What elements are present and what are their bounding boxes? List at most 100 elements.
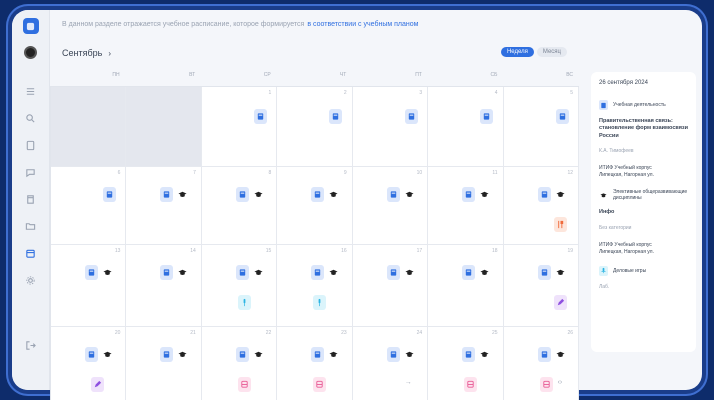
calendar-cell[interactable]: 2 [277,87,353,167]
tab-week[interactable]: Неделя [500,47,534,57]
graduation-cap-icon[interactable] [252,347,265,362]
graduation-cap-icon[interactable] [176,347,189,362]
graduation-cap-icon[interactable] [101,347,114,362]
calendar-cell[interactable]: 19 [503,245,579,327]
book-icon[interactable] [311,187,325,202]
event-item[interactable]: Деловые игры [599,265,688,276]
event-item[interactable]: Элективные общеразвивающие дисциплины [599,189,688,201]
book-icon[interactable] [25,193,37,205]
calendar-cell[interactable]: 3 [352,87,429,167]
book-icon[interactable] [235,347,249,362]
logout-icon[interactable] [25,338,37,350]
chat-icon[interactable] [25,166,37,178]
calendar-cell[interactable]: 16 [277,245,353,327]
calendar-cell[interactable]: 25 [428,327,504,400]
graduation-cap-icon[interactable] [101,265,114,280]
book-icon[interactable] [462,187,476,202]
graduation-cap-icon[interactable] [252,265,265,280]
calendar-icon[interactable] [25,247,37,259]
book-icon[interactable] [537,265,551,280]
book-icon[interactable] [103,187,116,202]
book-icon[interactable] [537,187,551,202]
calendar-cell[interactable]: 4 [428,87,504,167]
calendar-cell[interactable]: 7 [126,167,202,245]
graduation-cap-icon[interactable] [176,187,189,202]
book-icon[interactable] [462,347,476,362]
calendar-cell[interactable]: 13 [51,245,127,327]
graduation-cap-icon[interactable] [252,187,265,202]
book-icon[interactable] [253,109,267,124]
microphone-icon[interactable] [237,295,251,310]
book-icon[interactable] [555,109,569,124]
graduation-cap-icon[interactable] [478,265,491,280]
graduation-cap-icon[interactable] [478,187,491,202]
info-link[interactable]: в соответствии с учебным планом [307,21,418,28]
gear-icon[interactable] [25,274,37,286]
calendar-cell[interactable]: 11 [428,167,504,245]
calendar-cell[interactable]: 5 [503,87,579,167]
microphone-icon[interactable] [313,295,327,310]
book-icon[interactable] [386,347,400,362]
book-icon[interactable] [85,265,98,280]
calendar-cell[interactable]: 24 → [352,327,429,400]
book-icon[interactable] [235,265,249,280]
calendar-cell[interactable]: 18 [428,245,504,327]
book-icon[interactable] [329,109,343,124]
chevron-right-icon[interactable]: › [108,49,111,58]
calendar-cell[interactable]: 12 [503,167,579,245]
book-icon[interactable] [480,109,494,124]
list-icon[interactable] [25,85,37,97]
fork-knife-icon[interactable] [553,217,567,232]
graduation-cap-icon[interactable] [403,347,416,362]
book-icon[interactable] [160,187,174,202]
calendar-cell[interactable]: 9 [277,167,353,245]
graduation-cap-icon[interactable] [403,265,416,280]
calendar-cell[interactable]: 20 [51,327,127,400]
event-item[interactable]: Учебная деятельность [599,100,688,110]
calendar-cell[interactable]: 1 [201,87,278,167]
calendar-cell[interactable]: 14 [126,245,202,327]
graduation-cap-icon[interactable] [327,187,340,202]
book-icon[interactable] [537,347,551,362]
pen-icon[interactable] [553,295,567,310]
graduation-cap-icon[interactable] [554,265,567,280]
bus-icon[interactable] [313,377,327,392]
book-icon[interactable] [160,265,174,280]
avatar[interactable] [24,46,37,59]
calendar-cell[interactable]: 26 ‹› [503,327,579,400]
folder-icon[interactable] [25,220,37,232]
book-icon[interactable] [160,347,174,362]
document-icon[interactable] [25,139,37,151]
calendar-cell[interactable]: 21 [126,327,202,400]
graduation-cap-icon[interactable] [176,265,189,280]
month-title[interactable]: Сентябрь [62,48,102,58]
book-icon[interactable] [311,265,325,280]
graduation-cap-icon[interactable] [403,187,416,202]
book-icon[interactable] [462,265,476,280]
tab-month[interactable]: Месяц [536,47,567,57]
calendar-cell[interactable]: 22 [201,327,278,400]
book-icon[interactable] [386,265,400,280]
graduation-cap-icon[interactable] [327,347,340,362]
pen-icon[interactable] [91,377,104,392]
calendar-cell[interactable]: 8 [201,167,278,245]
graduation-cap-icon[interactable] [327,265,340,280]
app-logo[interactable] [22,18,39,34]
calendar-cell[interactable]: 6 [51,167,127,245]
calendar-cell[interactable]: 15 [201,245,278,327]
bus-icon[interactable] [539,377,553,392]
calendar-cell[interactable]: 17 [352,245,429,327]
book-icon[interactable] [311,347,325,362]
bus-icon[interactable] [464,377,478,392]
graduation-cap-icon[interactable] [554,187,567,202]
book-icon[interactable] [235,187,249,202]
more-icon[interactable]: ‹› [558,379,563,386]
graduation-cap-icon[interactable] [478,347,491,362]
book-icon[interactable] [386,187,400,202]
search-icon[interactable] [25,112,37,124]
book-icon[interactable] [404,109,418,124]
bus-icon[interactable] [237,377,251,392]
book-icon[interactable] [85,347,98,362]
graduation-cap-icon[interactable] [554,347,567,362]
calendar-cell[interactable]: 10 [352,167,429,245]
